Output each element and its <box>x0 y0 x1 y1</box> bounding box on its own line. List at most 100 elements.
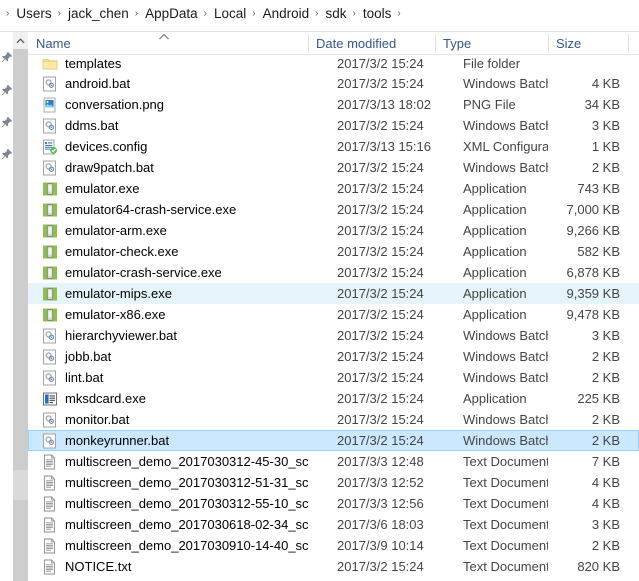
file-date-cell: 2017/3/2 15:24 <box>337 76 424 91</box>
file-date-cell: 2017/3/2 15:24 <box>337 433 424 448</box>
breadcrumb-separator[interactable]: › <box>133 6 141 22</box>
table-row[interactable]: draw9patch.bat 2017/3/2 15:24 Windows Batc… <box>28 157 639 178</box>
breadcrumb-separator[interactable]: › <box>202 6 210 22</box>
file-size-cell: 1 KB <box>591 139 620 154</box>
scrollbar-thumb[interactable] <box>13 470 28 500</box>
file-name-cell[interactable]: ddms.bat <box>28 115 308 136</box>
pin-icon[interactable] <box>1 115 13 128</box>
column-header-type[interactable]: Type <box>435 32 548 54</box>
breadcrumb-item-local[interactable]: Local <box>210 5 250 23</box>
file-name-cell[interactable]: devices.config <box>28 136 308 157</box>
file-name-cell[interactable]: emulator.exe <box>28 178 308 199</box>
breadcrumb-separator[interactable]: › <box>250 6 258 22</box>
table-row[interactable]: android.bat 2017/3/2 15:24 Windows Batch F… <box>28 73 639 94</box>
table-row[interactable]: multiscreen_demo_2017030312-51-31_scr...… <box>28 472 639 493</box>
column-divider[interactable] <box>628 34 629 53</box>
pin-icon[interactable] <box>1 83 13 96</box>
table-row[interactable]: devices.config 2017/3/13 15:16 XML Configu… <box>28 136 639 157</box>
column-header-date-modified[interactable]: Date modified <box>308 32 435 54</box>
file-name-cell[interactable]: mksdcard.exe <box>28 388 308 409</box>
file-name-cell[interactable]: emulator64-crash-service.exe <box>28 199 308 220</box>
table-row[interactable]: emulator-crash-service.exe 2017/3/2 15:24… <box>28 262 639 283</box>
column-header-row[interactable]: Name Date modified Type Size <box>28 32 639 54</box>
file-name-cell[interactable]: emulator-mips.exe <box>28 283 308 304</box>
table-row[interactable]: hierarchyviewer.bat 2017/3/2 15:24 Windows… <box>28 325 639 346</box>
column-header-type-label: Type <box>443 35 472 51</box>
table-row[interactable]: jobb.bat 2017/3/2 15:24 Windows Batch File… <box>28 346 639 367</box>
file-name-cell[interactable]: android.bat <box>28 73 308 94</box>
file-list[interactable]: templates 2017/3/2 15:24 File folder androi… <box>28 55 639 581</box>
table-row[interactable]: monitor.bat 2017/3/2 15:24 Windows Batch F… <box>28 409 639 430</box>
file-name-cell[interactable]: conversation.png <box>28 94 308 115</box>
file-name-cell[interactable]: lint.bat <box>28 367 308 388</box>
sort-ascending-icon <box>159 33 169 40</box>
file-name-cell[interactable]: jobb.bat <box>28 346 308 367</box>
breadcrumb-separator[interactable]: › <box>56 6 64 22</box>
table-row[interactable]: ddms.bat 2017/3/2 15:24 Windows Batch File… <box>28 115 639 136</box>
table-row[interactable]: multiscreen_demo_2017030618-02-34_scr...… <box>28 514 639 535</box>
scroll-up-button[interactable] <box>13 32 28 49</box>
breadcrumb-separator[interactable]: › <box>395 6 403 22</box>
table-row[interactable]: multiscreen_demo_2017030312-55-10_scr...… <box>28 493 639 514</box>
breadcrumb-item-tools[interactable]: tools <box>359 5 396 23</box>
table-row[interactable]: NOTICE.txt 2017/3/2 15:24 Text Document 820… <box>28 556 639 577</box>
file-name-cell[interactable]: hierarchyviewer.bat <box>28 325 308 346</box>
file-type-cell: Windows Batch File <box>463 328 548 343</box>
file-name-cell[interactable]: monkeyrunner.bat <box>28 430 308 451</box>
file-size-cell: 2 KB <box>591 433 620 448</box>
column-header-size[interactable]: Size <box>548 32 628 54</box>
breadcrumb-separator[interactable]: › <box>351 6 359 22</box>
file-name-cell[interactable]: emulator-crash-service.exe <box>28 262 308 283</box>
pin-icon[interactable] <box>1 50 13 63</box>
file-name-cell[interactable]: draw9patch.bat <box>28 157 308 178</box>
table-row[interactable]: multiscreen_demo_2017030910-14-40_scr...… <box>28 535 639 556</box>
breadcrumb-separator[interactable]: › <box>313 6 321 22</box>
file-type-cell: Text Document <box>463 517 548 532</box>
table-row[interactable]: multiscreen_demo_2017030312-45-30_scr...… <box>28 451 639 472</box>
file-name-label: emulator64-crash-service.exe <box>65 202 237 217</box>
file-name-cell[interactable]: monitor.bat <box>28 409 308 430</box>
breadcrumb[interactable]: Users › jack_chen › AppData › Local › Android › sd… <box>12 5 403 23</box>
file-name-cell[interactable]: emulator-check.exe <box>28 241 308 262</box>
table-row[interactable]: conversation.png 2017/3/13 18:02 PNG File 3… <box>28 94 639 115</box>
table-row[interactable]: lint.bat 2017/3/2 15:24 Windows Batch File… <box>28 367 639 388</box>
file-name-cell[interactable]: emulator-x86.exe <box>28 304 308 325</box>
file-name-cell[interactable]: multiscreen_demo_2017030312-45-30_scr... <box>28 451 308 472</box>
file-date-cell: 2017/3/2 15:24 <box>337 265 424 280</box>
breadcrumb-item-android[interactable]: Android <box>259 5 314 23</box>
table-row[interactable]: mksdcard.exe 2017/3/2 15:24 Application 225… <box>28 388 639 409</box>
breadcrumb-item-appdata[interactable]: AppData <box>141 5 202 23</box>
file-name-cell[interactable]: NOTICE.txt <box>28 556 308 577</box>
bat-file-icon <box>42 370 58 386</box>
table-row[interactable]: emulator-arm.exe 2017/3/2 15:24 Applicatio… <box>28 220 639 241</box>
table-row[interactable]: emulator-mips.exe 2017/3/2 15:24 Applicati… <box>28 283 639 304</box>
table-row[interactable]: emulator-x86.exe 2017/3/2 15:24 Applicatio… <box>28 304 639 325</box>
file-name-cell[interactable]: multiscreen_demo_2017030312-55-10_scr... <box>28 493 308 514</box>
breadcrumb-item-sdk[interactable]: sdk <box>322 5 351 23</box>
breadcrumb-item-jack_chen[interactable]: jack_chen <box>64 5 133 23</box>
breadcrumb-item-users[interactable]: Users <box>12 5 55 23</box>
file-size-cell: 2 KB <box>591 412 620 427</box>
file-name-cell[interactable]: multiscreen_demo_2017030618-02-34_scr... <box>28 514 308 535</box>
android-exe-icon <box>42 223 58 239</box>
file-name-cell[interactable]: templates <box>28 55 308 74</box>
file-name-cell[interactable]: multiscreen_demo_2017030312-51-31_scr... <box>28 472 308 493</box>
table-row[interactable]: emulator-check.exe 2017/3/2 15:24 Applicat… <box>28 241 639 262</box>
file-date-cell: 2017/3/2 15:24 <box>337 412 424 427</box>
file-date-cell: 2017/3/2 15:24 <box>337 118 424 133</box>
address-bar[interactable]: › Users › jack_chen › AppData › Local › Android ›… <box>0 0 639 28</box>
file-type-cell: Application <box>463 202 527 217</box>
navigation-pane[interactable] <box>0 32 13 581</box>
file-size-cell: 3 KB <box>591 118 620 133</box>
file-name-cell[interactable]: emulator-arm.exe <box>28 220 308 241</box>
file-name-label: emulator-crash-service.exe <box>65 265 222 280</box>
pin-icon[interactable] <box>1 147 13 160</box>
table-row[interactable]: emulator.exe 2017/3/2 15:24 Application 743… <box>28 178 639 199</box>
file-list-pane[interactable]: Name Date modified Type Size templates 20… <box>28 32 639 581</box>
table-row[interactable]: monkeyrunner.bat 2017/3/2 15:24 Windows Ba… <box>28 430 639 451</box>
table-row[interactable]: templates 2017/3/2 15:24 File folder <box>28 55 639 73</box>
file-size-cell: 9,359 KB <box>566 286 621 301</box>
table-row[interactable]: emulator64-crash-service.exe 2017/3/2 15:… <box>28 199 639 220</box>
file-name-cell[interactable]: multiscreen_demo_2017030910-14-40_scr... <box>28 535 308 556</box>
navigation-scrollbar[interactable] <box>13 32 28 581</box>
